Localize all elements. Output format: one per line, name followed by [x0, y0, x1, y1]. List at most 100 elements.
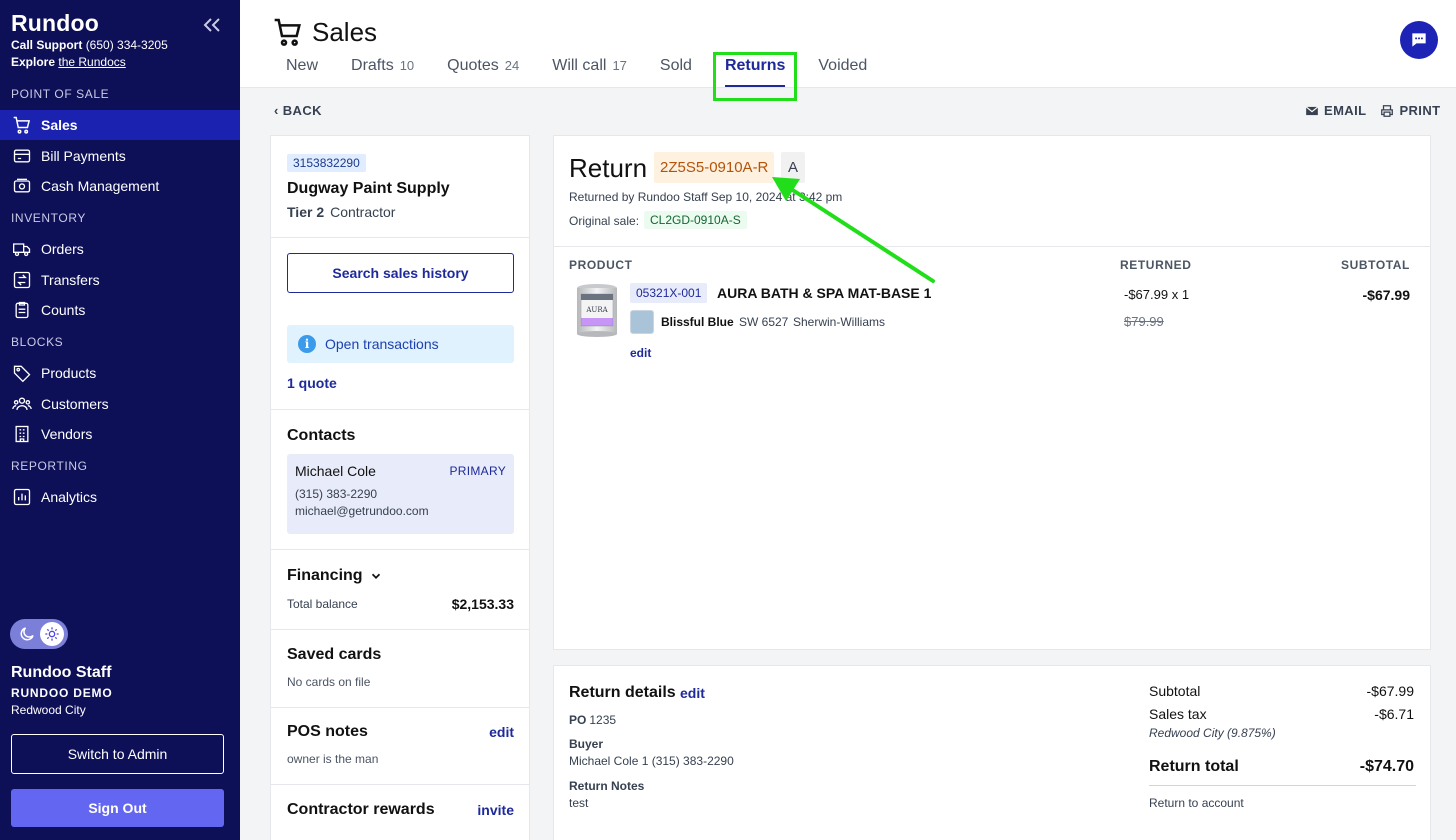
sidebar: Rundoo Call Support (650) 334-3205 Explo… [0, 0, 240, 840]
paint-can-image: AURA [577, 284, 617, 337]
tab-quotes[interactable]: Quotes 24 [447, 57, 519, 79]
sidebar-item-label: Bill Payments [41, 148, 126, 164]
back-link[interactable]: ‹ BACK [274, 103, 322, 118]
chart-icon [13, 488, 31, 506]
return-details-edit-link[interactable]: edit [680, 685, 705, 701]
column-returned: RETURNED [1120, 258, 1192, 272]
tab-count: 17 [612, 58, 627, 73]
pos-notes-edit-link[interactable]: edit [489, 724, 514, 740]
color-swatch [630, 310, 654, 334]
totals-divider [1149, 785, 1416, 786]
column-product: PRODUCT [569, 258, 633, 272]
credit-card-icon [13, 149, 31, 163]
primary-badge: PRIMARY [449, 464, 506, 478]
section-reporting: REPORTING [11, 459, 88, 473]
sidebar-item-cash-management[interactable]: Cash Management [0, 171, 240, 201]
return-total-value: -$74.70 [1359, 758, 1414, 775]
user-name: Rundoo Staff [11, 664, 112, 681]
tab-will-call[interactable]: Will call 17 [552, 57, 627, 79]
tag-icon [13, 365, 31, 383]
moon-icon [20, 627, 34, 641]
contact-phone: (315) 383-2290 [295, 487, 378, 501]
line-subtotal: -$67.99 [1362, 287, 1410, 303]
chat-button[interactable] [1400, 21, 1438, 59]
page-title: Sales [272, 16, 377, 48]
sidebar-item-label: Customers [41, 396, 109, 412]
tab-drafts[interactable]: Drafts 10 [351, 57, 414, 79]
quote-link[interactable]: 1 quote [287, 375, 337, 391]
sidebar-item-vendors[interactable]: Vendors [0, 419, 240, 449]
info-icon: i [298, 335, 316, 353]
truck-icon [13, 243, 31, 257]
rundocs-link[interactable]: the Rundocs [58, 55, 125, 69]
color-code: SW 6527 [739, 315, 789, 329]
subtotal-label: Subtotal [1149, 683, 1201, 699]
sidebar-item-orders[interactable]: Orders [0, 234, 240, 264]
page-header: Sales New Drafts 10 Quotes 24 Will call 17 … [240, 0, 1456, 88]
switch-to-admin-button[interactable]: Switch to Admin [11, 734, 224, 774]
tab-sold[interactable]: Sold [660, 57, 692, 79]
support-phone[interactable]: (650) 334-3205 [86, 38, 168, 52]
sidebar-item-transfers[interactable]: Transfers [0, 265, 240, 295]
original-sale-label: Original sale: [569, 214, 640, 228]
color-name: Blissful Blue [661, 315, 734, 329]
user-org: RUNDOO DEMO [11, 686, 113, 700]
tax-region: Redwood City (9.875%) [1149, 726, 1276, 740]
section-pos: POINT OF SALE [11, 87, 110, 101]
sidebar-item-customers[interactable]: Customers [0, 389, 240, 419]
chevron-down-icon [371, 573, 380, 579]
collapse-sidebar-icon[interactable] [200, 13, 224, 37]
return-card: Return 2Z5S5-0910A-R A Returned by Rundo… [553, 135, 1431, 650]
sidebar-item-bill-payments[interactable]: Bill Payments [0, 141, 240, 171]
original-price: $79.99 [1124, 314, 1164, 329]
sidebar-item-label: Orders [41, 241, 84, 257]
color-brand: Sherwin-Williams [793, 315, 886, 329]
printer-icon [1381, 104, 1394, 117]
print-button[interactable]: PRINT [1380, 103, 1440, 118]
sidebar-item-sales[interactable]: Sales [0, 110, 240, 140]
sidebar-item-products[interactable]: Products [0, 358, 240, 388]
theme-toggle[interactable] [10, 619, 68, 649]
svg-text:AURA: AURA [585, 306, 608, 314]
subtotal-value: -$67.99 [1366, 683, 1414, 699]
sidebar-item-analytics[interactable]: Analytics [0, 482, 240, 512]
financing-toggle[interactable]: Financing [287, 567, 383, 585]
sign-out-button[interactable]: Sign Out [11, 789, 224, 827]
tab-count: 24 [504, 58, 520, 73]
return-id-chip[interactable]: 2Z5S5-0910A-R [654, 152, 775, 183]
tab-voided[interactable]: Voided [818, 57, 867, 79]
return-details-title: Return details [569, 684, 676, 701]
action-links: EMAIL PRINT [1305, 103, 1440, 118]
sidebar-item-label: Products [41, 365, 97, 381]
contact-email: michael@getrundoo.com [295, 504, 429, 518]
tab-new[interactable]: New [286, 57, 318, 79]
pos-notes-title: POS notes [287, 723, 368, 740]
customer-id-chip[interactable]: 3153832290 [287, 154, 366, 172]
sidebar-item-label: Cash Management [41, 178, 160, 194]
financing-section [271, 549, 529, 629]
buyer-value: Michael Cole 1 (315) 383-2290 [569, 754, 734, 768]
return-total-label: Return total [1149, 758, 1239, 775]
refund-method: Return to account [1149, 796, 1244, 810]
toggle-knob [40, 622, 64, 646]
section-blocks: BLOCKS [11, 335, 64, 349]
sun-icon [45, 627, 59, 641]
explore-line: Explore the Rundocs [11, 55, 126, 69]
contact-card[interactable]: Michael Cole PRIMARY (315) 383-2290 mich… [287, 454, 514, 534]
line-edit-link[interactable]: edit [630, 346, 651, 360]
customer-tier: Tier 2 Contractor [287, 204, 396, 220]
sidebar-item-label: Analytics [41, 489, 98, 505]
email-button[interactable]: EMAIL [1305, 103, 1366, 118]
sku-chip[interactable]: 05321X-001 [630, 283, 708, 303]
chat-icon [1412, 33, 1426, 47]
rewards-invite-link[interactable]: invite [477, 802, 514, 818]
sidebar-item-counts[interactable]: Counts [0, 295, 240, 325]
original-sale-chip[interactable]: CL2GD-0910A-S [644, 211, 747, 229]
brand-logo: Rundoo [11, 10, 100, 36]
open-transactions-banner: i Open transactions [287, 325, 514, 363]
search-sales-history-button[interactable]: Search sales history [287, 253, 514, 293]
pos-notes-section [271, 707, 529, 784]
transfer-icon [13, 271, 31, 289]
sidebar-item-label: Sales [41, 117, 78, 133]
sidebar-item-label: Transfers [41, 272, 100, 288]
